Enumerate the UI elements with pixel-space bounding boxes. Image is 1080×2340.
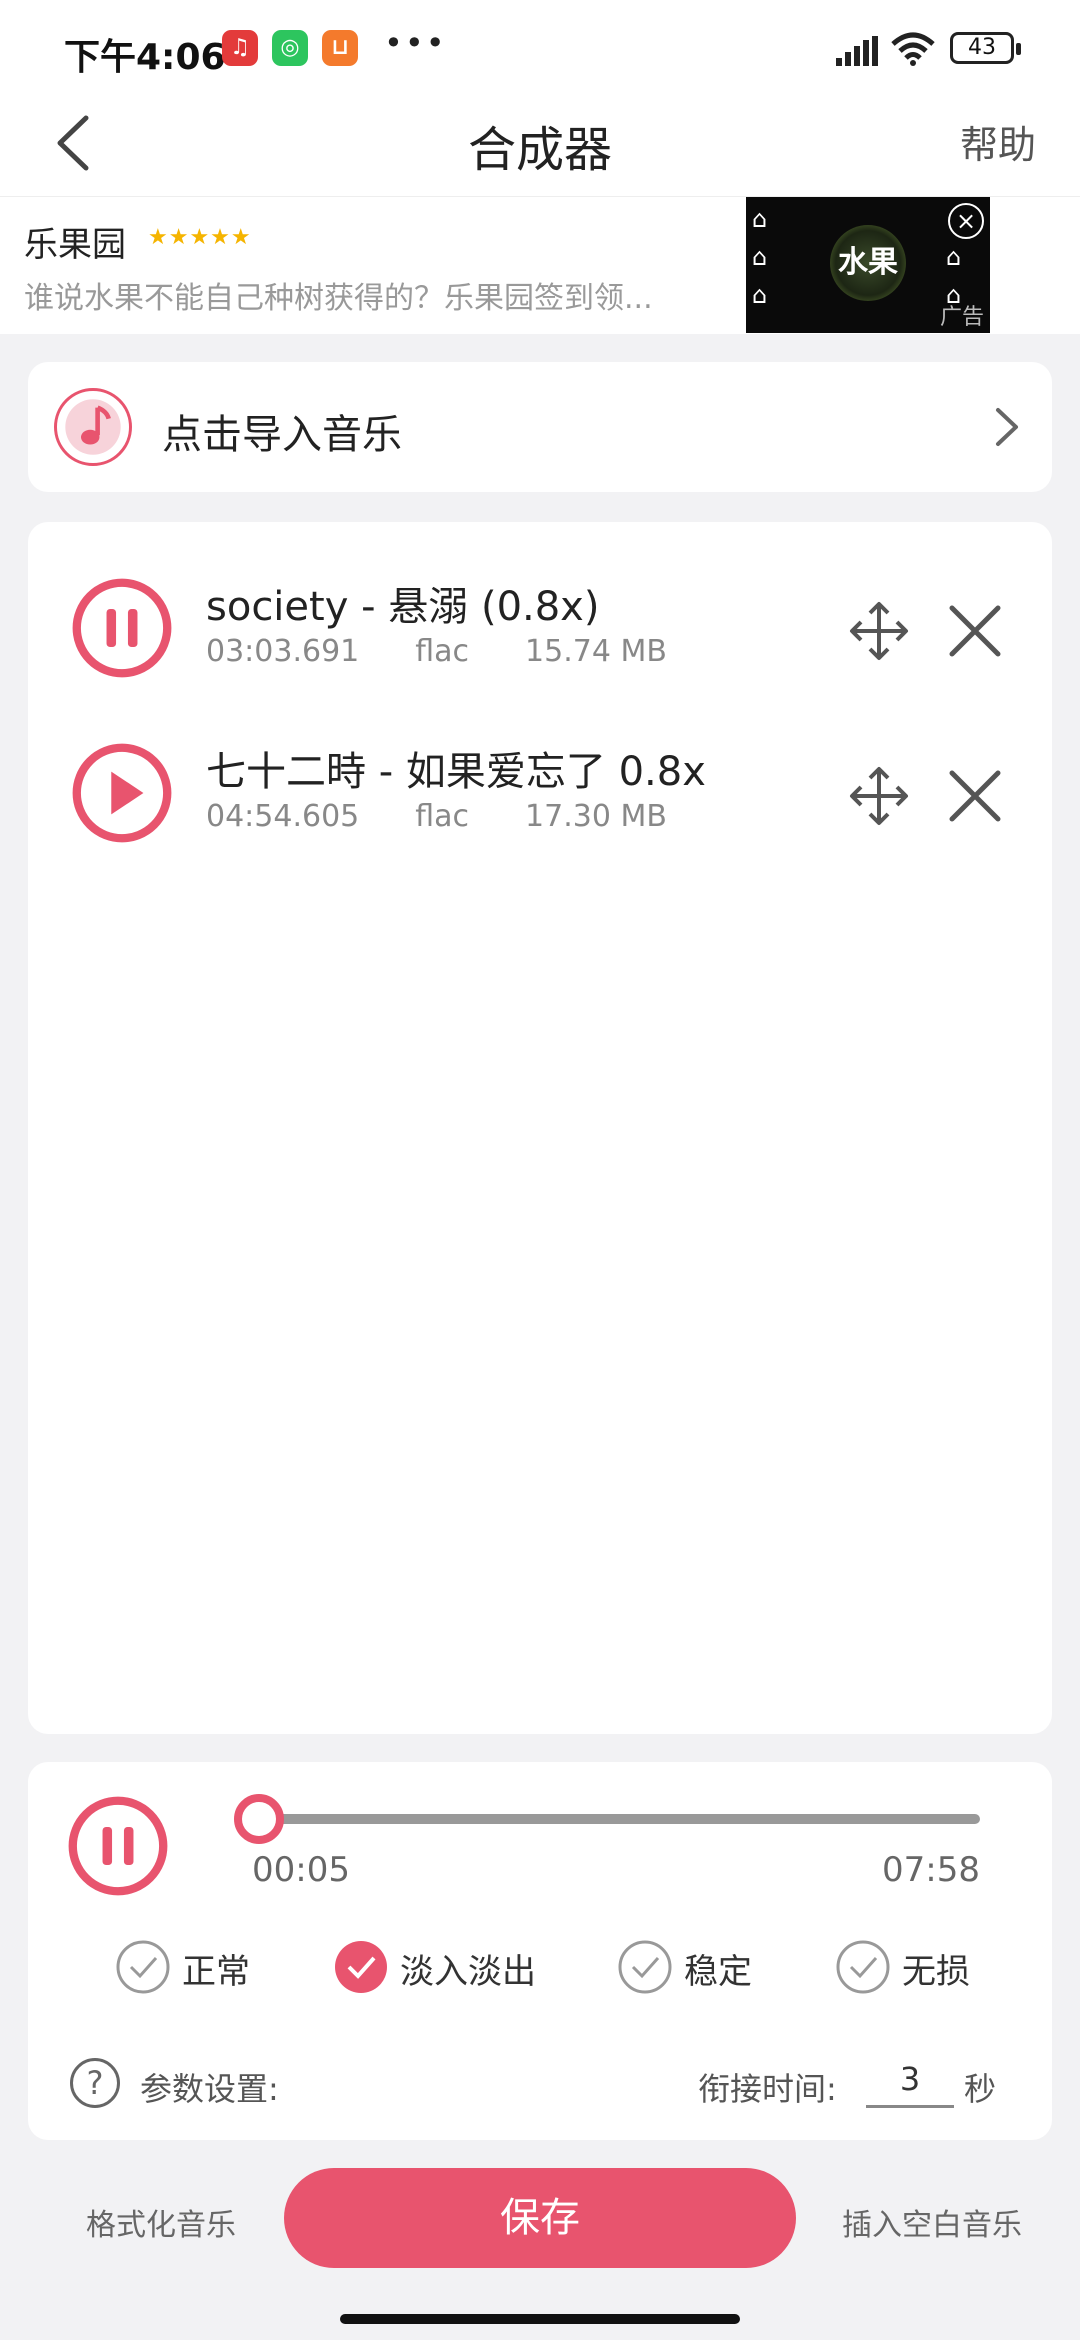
play-icon[interactable]: [72, 743, 172, 843]
track-format: flac: [415, 799, 470, 834]
save-button[interactable]: 保存: [284, 2168, 796, 2268]
ad-logo: 水果: [830, 225, 906, 301]
music-note-icon: [54, 388, 132, 466]
pause-icon[interactable]: [72, 578, 172, 678]
insert-blank-music-button[interactable]: 插入空白音乐: [842, 2200, 1022, 2244]
track-meta: 03:03.691 flac 15.74 MB: [206, 634, 723, 669]
import-music-row[interactable]: 点击导入音乐: [28, 362, 1052, 492]
track-row[interactable]: 七十二時 - 如果爱忘了 0.8x 04:54.605 flac 17.30 MB: [28, 727, 1052, 867]
option-label: 无损: [902, 1952, 970, 1992]
close-icon[interactable]: [948, 604, 1002, 658]
total-time: 07:58: [882, 1850, 980, 1890]
progress-bar[interactable]: [260, 1814, 980, 1824]
check-circle-icon[interactable]: [116, 1940, 170, 1994]
player-panel: 00:05 07:58 正常 淡入淡出 稳定 无损 ? 参数设置: 衔接时间: …: [28, 1762, 1052, 2140]
track-size: 15.74 MB: [525, 634, 667, 669]
taobao-icon: ⊔: [322, 30, 358, 66]
apple-icon: ⌂: [752, 243, 768, 271]
option-label: 正常: [182, 1952, 250, 1992]
ad-description: 谁说水果不能自己种树获得的？乐果园签到领...: [24, 281, 653, 316]
move-icon[interactable]: [848, 765, 910, 827]
progress-slider-handle[interactable]: [234, 1794, 284, 1844]
track-size: 17.30 MB: [525, 799, 667, 834]
signal-icon: [836, 36, 878, 66]
more-notifications-icon: •••: [384, 24, 447, 62]
track-duration: 03:03.691: [206, 634, 360, 669]
netease-music-icon: ♫: [222, 30, 258, 66]
format-music-button[interactable]: 格式化音乐: [86, 2200, 236, 2244]
track-name: 七十二時 - 如果爱忘了 0.8x: [206, 749, 706, 795]
track-format: flac: [415, 634, 470, 669]
option-label: 淡入淡出: [400, 1952, 536, 1992]
pause-icon[interactable]: [68, 1796, 168, 1896]
track-list: society - 悬溺 (0.8x) 03:03.691 flac 15.74 M…: [28, 522, 1052, 1734]
track-duration: 04:54.605: [206, 799, 360, 834]
current-time: 00:05: [252, 1850, 350, 1890]
check-circle-icon[interactable]: [334, 1940, 388, 1994]
ad-banner[interactable]: 乐果园 ★★★★★ 谁说水果不能自己种树获得的？乐果园签到领... ⌂ ⌂ ⌂ …: [0, 196, 1080, 334]
ad-image[interactable]: ⌂ ⌂ ⌂ ⌂ ⌂ 水果 × 广告: [746, 197, 990, 333]
status-time: 下午4:06: [64, 37, 226, 78]
close-icon[interactable]: [948, 769, 1002, 823]
join-time-unit: 秒: [964, 2070, 997, 2108]
join-time-label: 衔接时间:: [698, 2070, 837, 2108]
status-bar: 下午4:06 ♫ ◎ ⊔ ••• 43: [0, 0, 1080, 90]
params-label: 参数设置:: [140, 2070, 279, 2108]
apple-icon: ⌂: [752, 205, 768, 233]
track-meta: 04:54.605 flac 17.30 MB: [206, 799, 723, 834]
chevron-right-icon: [996, 408, 1018, 446]
check-circle-icon[interactable]: [618, 1940, 672, 1994]
home-indicator[interactable]: [340, 2314, 740, 2324]
help-circle-icon[interactable]: ?: [70, 2058, 120, 2108]
import-music-label: 点击导入音乐: [162, 412, 402, 458]
move-icon[interactable]: [848, 600, 910, 662]
app-header: 合成器 帮助: [0, 90, 1080, 196]
battery-icon: 43: [950, 32, 1021, 64]
apple-icon: ⌂: [946, 243, 962, 271]
track-name: society - 悬溺 (0.8x): [206, 584, 600, 630]
wifi-icon: [891, 32, 935, 66]
join-time-input[interactable]: [866, 2052, 954, 2108]
wechat-icon: ◎: [272, 30, 308, 66]
ad-close-button[interactable]: ×: [948, 203, 984, 239]
help-button[interactable]: 帮助: [960, 114, 1036, 169]
check-circle-icon[interactable]: [836, 1940, 890, 1994]
option-label: 稳定: [684, 1952, 752, 1992]
ad-title: 乐果园: [24, 225, 126, 265]
page-title: 合成器: [467, 122, 612, 178]
ad-rating-stars: ★★★★★: [148, 225, 252, 250]
apple-icon: ⌂: [752, 281, 768, 309]
track-row[interactable]: society - 悬溺 (0.8x) 03:03.691 flac 15.74 M…: [28, 562, 1052, 702]
ad-label: 广告: [939, 305, 984, 330]
